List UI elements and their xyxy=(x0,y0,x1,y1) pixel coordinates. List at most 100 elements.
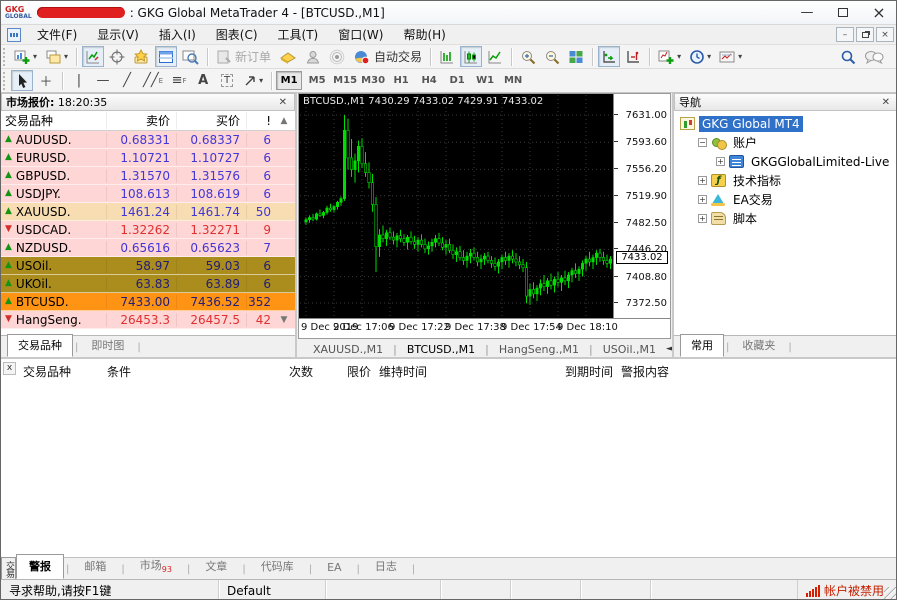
community-button[interactable] xyxy=(302,46,324,67)
toolbar-grip[interactable] xyxy=(3,48,8,66)
timeframe-m1[interactable]: M1 xyxy=(276,71,302,90)
bar-chart-type-button[interactable] xyxy=(436,46,458,67)
terminal-tab-6[interactable]: 日志 xyxy=(362,554,410,579)
indicators-button[interactable]: ▾ xyxy=(655,46,684,67)
toolbar-grip[interactable] xyxy=(3,72,8,90)
expand-icon[interactable]: + xyxy=(716,157,725,166)
expand-icon[interactable]: + xyxy=(698,176,707,185)
terminal-side-tab-trade[interactable]: 交易 xyxy=(1,557,16,579)
price-axis[interactable]: 7631.007593.607556.207519.907482.507446.… xyxy=(613,94,670,318)
terminal-column-0[interactable]: 交易品种 xyxy=(19,363,103,380)
market-watch-row[interactable]: ▲USDJPY.108.613108.6196 xyxy=(1,185,295,203)
strategy-tester-button[interactable] xyxy=(179,46,202,67)
navigator-tab-1[interactable]: 收藏夹 xyxy=(731,334,786,357)
mdi-minimize-button[interactable]: – xyxy=(836,27,854,42)
timeframe-m30[interactable]: M30 xyxy=(360,71,386,90)
tree-item-ea交易[interactable]: +EA交易 xyxy=(674,190,897,209)
notifications-button[interactable] xyxy=(326,46,348,67)
candlestick-type-button[interactable] xyxy=(460,46,482,67)
market-watch-tab-1[interactable]: 即时图 xyxy=(80,334,135,357)
scroll-down-icon[interactable]: ▼ xyxy=(275,315,293,325)
zoom-out-button[interactable] xyxy=(541,46,563,67)
timeframe-h4[interactable]: H4 xyxy=(416,71,442,90)
column-spread[interactable]: ! xyxy=(247,114,275,128)
menu-item-c[interactable]: 图表(C) xyxy=(206,26,268,44)
menu-item-t[interactable]: 工具(T) xyxy=(268,26,329,44)
fibonacci-button[interactable]: ≡F xyxy=(168,70,190,91)
market-watch-row[interactable]: ▲EURUSD.1.107211.107276 xyxy=(1,149,295,167)
resize-grip[interactable] xyxy=(884,587,897,600)
menu-item-v[interactable]: 显示(V) xyxy=(87,26,149,44)
collapse-icon[interactable]: − xyxy=(698,138,707,147)
alerts-list-body[interactable] xyxy=(1,381,897,557)
chart-shift-button[interactable] xyxy=(622,46,644,67)
menu-item-i[interactable]: 插入(I) xyxy=(149,26,206,44)
channel-button[interactable]: ╱╱E xyxy=(140,70,166,91)
column-buy[interactable]: 买价 xyxy=(177,112,247,129)
terminal-tab-2[interactable]: 市场93 xyxy=(127,553,185,579)
text-label-button[interactable]: T xyxy=(216,70,238,91)
status-profile[interactable]: Default xyxy=(219,580,326,600)
menu-item-w[interactable]: 窗口(W) xyxy=(328,26,393,44)
data-window-button[interactable] xyxy=(106,46,128,67)
navigator-toggle-button[interactable] xyxy=(130,46,153,67)
close-icon[interactable]: ✕ xyxy=(276,97,290,108)
mdi-close-button[interactable]: × xyxy=(876,27,894,42)
text-tool-button[interactable]: A xyxy=(192,70,214,91)
chart-tab-0[interactable]: XAUUSD.,M1 xyxy=(305,343,391,356)
tree-item-gkggloballimited-live[interactable]: +GKGGlobalLimited-Live xyxy=(674,152,897,171)
minimize-button[interactable]: — xyxy=(796,4,818,22)
timeframe-h1[interactable]: H1 xyxy=(388,71,414,90)
chat-button[interactable] xyxy=(861,46,887,67)
new-chart-button[interactable]: ▾ xyxy=(11,46,40,67)
terminal-tab-0[interactable]: 警报 xyxy=(16,554,64,579)
terminal-column-2[interactable]: 次数 xyxy=(261,363,317,380)
close-button[interactable]: × xyxy=(868,4,890,22)
new-order-button[interactable]: 新订单 xyxy=(213,46,274,67)
market-watch-row[interactable]: ▼HangSeng.26453.326457.542▼ xyxy=(1,311,295,329)
chart-system-icon[interactable] xyxy=(5,28,23,42)
market-watch-tab-0[interactable]: 交易品种 xyxy=(7,334,73,357)
column-sell[interactable]: 卖价 xyxy=(107,112,177,129)
market-watch-row[interactable]: ▲UKOil.63.8363.896 xyxy=(1,275,295,293)
terminal-column-5[interactable]: 到期时间 xyxy=(487,363,617,380)
periods-button[interactable]: ▾ xyxy=(686,46,714,67)
timeframe-mn[interactable]: MN xyxy=(500,71,526,90)
timeframe-w1[interactable]: W1 xyxy=(472,71,498,90)
trendline-button[interactable]: ╱ xyxy=(116,70,138,91)
mdi-restore-button[interactable] xyxy=(856,27,874,42)
chart-tab-3[interactable]: USOil.,M1 xyxy=(595,343,664,356)
market-watch-toggle-button[interactable] xyxy=(82,46,104,67)
metaeditor-button[interactable] xyxy=(276,46,300,67)
chart-plot[interactable] xyxy=(300,95,612,317)
zoom-in-button[interactable] xyxy=(517,46,539,67)
autotrading-button[interactable]: 自动交易 xyxy=(350,46,425,67)
timeframe-m5[interactable]: M5 xyxy=(304,71,330,90)
expand-icon[interactable]: + xyxy=(698,195,707,204)
timeframe-d1[interactable]: D1 xyxy=(444,71,470,90)
crosshair-tool-button[interactable]: ＋ xyxy=(35,70,57,91)
terminal-tab-3[interactable]: 文章 xyxy=(192,554,240,579)
profiles-button[interactable]: ▾ xyxy=(42,46,71,67)
column-symbol[interactable]: 交易品种 xyxy=(1,112,107,129)
scroll-up-icon[interactable]: ▲ xyxy=(275,116,293,126)
terminal-column-3[interactable]: 限价 xyxy=(317,363,375,380)
terminal-column-6[interactable]: 警报内容 xyxy=(617,363,727,380)
menu-item-h[interactable]: 帮助(H) xyxy=(393,26,455,44)
auto-scroll-button[interactable] xyxy=(598,46,620,67)
market-watch-row[interactable]: ▼USDCAD.1.322621.322719 xyxy=(1,221,295,239)
terminal-tab-5[interactable]: EA xyxy=(314,557,354,579)
time-axis[interactable]: 9 Dec 20199 Dec 17:069 Dec 17:229 Dec 17… xyxy=(299,318,670,338)
market-watch-row[interactable]: ▲GBPUSD.1.315701.315766 xyxy=(1,167,295,185)
menu-item-f[interactable]: 文件(F) xyxy=(27,26,87,44)
tree-item-技术指标[interactable]: +ƒ技术指标 xyxy=(674,171,897,190)
market-watch-row[interactable]: ▲XAUUSD.1461.241461.7450 xyxy=(1,203,295,221)
terminal-tab-1[interactable]: 邮箱 xyxy=(71,554,119,579)
navigator-tab-0[interactable]: 常用 xyxy=(680,334,724,357)
maximize-button[interactable] xyxy=(832,4,854,22)
terminal-tab-4[interactable]: 代码库 xyxy=(248,554,307,579)
chart-tab-1[interactable]: BTCUSD.,M1 xyxy=(399,343,483,356)
horizontal-line-button[interactable]: — xyxy=(92,70,114,91)
close-icon[interactable]: x xyxy=(3,362,16,375)
expand-icon[interactable]: + xyxy=(698,214,707,223)
